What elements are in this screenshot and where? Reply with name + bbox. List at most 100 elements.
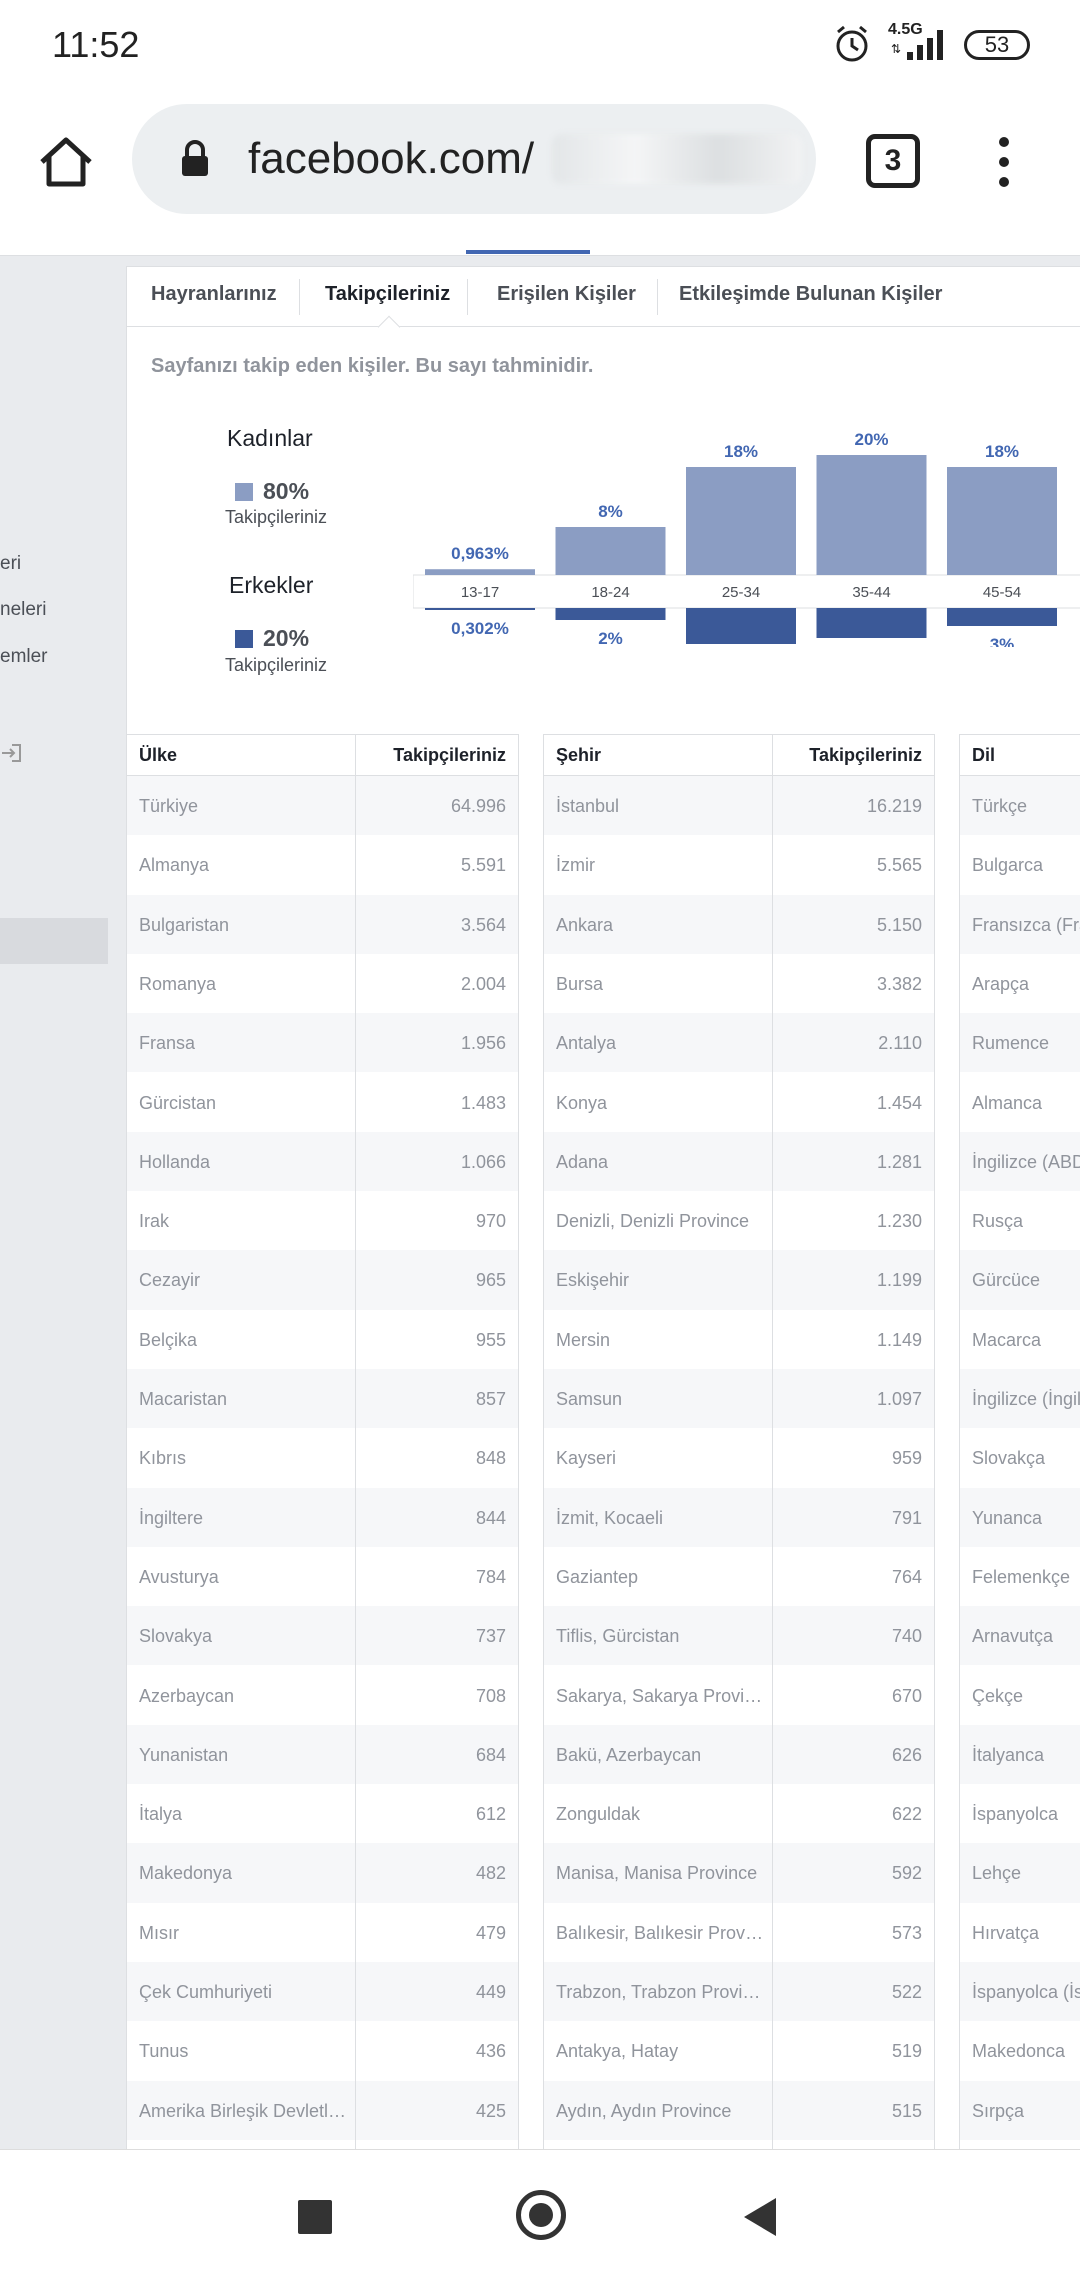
table-cell-value: 1.230 (876, 1211, 922, 1232)
table-row: Trabzon, Trabzon Provin… 522 (544, 1962, 934, 2022)
age-gender-chart: 0,963%0,302%13-178%2%18-2418%6%25-3420%5… (413, 430, 1080, 647)
column-header[interactable]: Şehir (556, 745, 601, 766)
column-header[interactable]: Ülke (139, 745, 177, 766)
more-vert-icon[interactable] (984, 132, 1024, 192)
column-header[interactable]: Takipçileriniz (393, 745, 506, 766)
women-legend-label: Takipçileriniz (225, 507, 328, 527)
table-cell-name: Lehçe (972, 1863, 1022, 1884)
table-cell-value: 1.956 (460, 1033, 506, 1054)
table-cell-name: Irak (139, 1211, 170, 1232)
tab-reached[interactable]: Erişilen Kişiler (497, 283, 636, 306)
table-row: Slovakça (960, 1428, 1080, 1487)
browser-toolbar: facebook.com/ 3 (0, 92, 1080, 234)
home-icon[interactable] (36, 132, 96, 192)
active-tab-caret (377, 315, 401, 339)
table-cell-value: 592 (891, 1863, 922, 1884)
sidebar-item[interactable]: eri (0, 553, 21, 575)
address-bar[interactable]: facebook.com/ (132, 104, 816, 214)
table-cell-name: Gürcistan (139, 1092, 217, 1113)
table-row: Denizli, Denizli Province 1.230 (544, 1191, 934, 1250)
tab-fans[interactable]: Hayranlarınız (151, 283, 277, 306)
table-cell-name: İtalyanca (972, 1744, 1045, 1765)
table-cell-name: Cezayir (139, 1270, 201, 1291)
table-cell-name: Makedonca (972, 2041, 1066, 2062)
data-arrows-icon: ⇅ (891, 42, 902, 56)
table-row: Tunus 436 (127, 2021, 518, 2080)
table-row: Antakya, Hatay 519 (544, 2021, 934, 2080)
table-cell-name: Bakü, Azerbaycan (556, 1744, 702, 1765)
women-bar (686, 467, 796, 575)
table-row: İtalyanca (960, 1724, 1080, 1785)
home-button[interactable] (516, 2190, 566, 2240)
men-bar (425, 608, 535, 610)
table-cell-value: 970 (475, 1211, 506, 1232)
recents-button[interactable] (298, 2200, 332, 2234)
table-row: Çek Cumhuriyeti 449 (127, 1962, 518, 2022)
tab-switcher-button[interactable]: 3 (866, 134, 920, 188)
exit-icon[interactable] (0, 742, 22, 764)
sidebar-item[interactable]: neleri (0, 599, 46, 621)
table-row: İzmir 5.565 (544, 835, 934, 894)
age-tick-label: 13-17 (461, 584, 499, 601)
column-header[interactable]: Dil (972, 745, 995, 766)
table-row: Mersin 1.149 (544, 1310, 934, 1369)
table-row: Macarca (960, 1310, 1080, 1369)
tab-followers[interactable]: Takipçileriniz (325, 283, 450, 306)
home-dot-icon (529, 2203, 553, 2227)
table-row: Almanya 5.591 (127, 835, 518, 894)
table-row: Azerbaycan 708 (127, 1666, 518, 1725)
tab-bar: Hayranlarınız Takipçileriniz Erişilen Ki… (127, 267, 1080, 339)
men-bar (816, 608, 927, 638)
table-row: Makedonca (960, 2021, 1080, 2080)
table-cell-name: Amerika Birleşik Devletl… (139, 2100, 347, 2121)
table-cell-value: 1.199 (876, 1270, 922, 1291)
table-row: Samsun 1.097 (544, 1369, 934, 1429)
tab-engaged[interactable]: Etkileşimde Bulunan Kişiler (679, 283, 942, 306)
sidebar-item[interactable]: emler (0, 646, 48, 668)
table-row: Kayseri 959 (544, 1428, 934, 1487)
table-cell-name: Arnavutça (972, 1626, 1054, 1647)
table-row: Felemenkçe (960, 1547, 1080, 1606)
table-row: Avusturya 784 (127, 1547, 518, 1606)
table-cell-name: Bulgarca (972, 855, 1044, 876)
women-legend-title: Kadınlar (227, 425, 313, 451)
table-cell-name: Bulgaristan (139, 914, 230, 935)
status-bar: 11:52 4.5G ⇅ 53 (0, 0, 1080, 92)
sidebar-item-selected[interactable] (0, 918, 108, 964)
table-cell-value: 2.004 (460, 973, 506, 994)
page-top-nav (0, 234, 1080, 256)
table-row: İspanyolca (İs (960, 1962, 1080, 2022)
table-cell-value: 708 (475, 1685, 506, 1706)
table-row: Türkiye 64.996 (127, 776, 518, 836)
table-row: Hırvatça (960, 1903, 1080, 1962)
clock: 11:52 (52, 24, 140, 65)
table-row: Yunanistan 684 (127, 1724, 518, 1785)
followers-panel: Hayranlarınız Takipçileriniz Erişilen Ki… (126, 266, 1080, 2149)
table-cell-value: 784 (475, 1566, 506, 1587)
table-cell-name: Konya (556, 1092, 608, 1113)
city-table: Şehir Takipçileriniz İstanbul 16.219 İzmir 5.… (543, 734, 935, 2149)
back-button[interactable] (744, 2198, 776, 2236)
system-nav-bar (0, 2149, 1080, 2280)
column-header[interactable]: Takipçileriniz (809, 745, 922, 766)
women-percent: 80% (263, 478, 310, 504)
age-tick-label: 18-24 (591, 584, 629, 601)
men-data-label: 2% (598, 629, 623, 647)
women-data-label: 18% (724, 442, 758, 461)
table-row: Manisa, Manisa Province 592 (544, 1843, 934, 1903)
table-row: Bakü, Azerbaycan 626 (544, 1724, 934, 1785)
women-bar (947, 467, 1057, 575)
country-table: Ülke Takipçileriniz Türkiye 64.996 Almanya 5.… (127, 734, 519, 2149)
women-bar (425, 569, 535, 575)
battery-indicator: 53 (964, 30, 1030, 60)
table-row: Hollanda 1.066 (127, 1131, 518, 1192)
table-row: İngiltere 844 (127, 1487, 518, 1547)
table-cell-value: 5.591 (460, 855, 506, 876)
table-row: Ankara 5.150 (544, 894, 934, 954)
table-row: İngilizce (İngil (960, 1369, 1080, 1429)
women-legend-swatch (235, 483, 253, 501)
table-cell-name: Hırvatça (972, 1922, 1040, 1943)
table-cell-name: Kayseri (556, 1448, 617, 1469)
table-row: Arapça (960, 954, 1080, 1013)
table-row: Romanya 2.004 (127, 954, 518, 1013)
